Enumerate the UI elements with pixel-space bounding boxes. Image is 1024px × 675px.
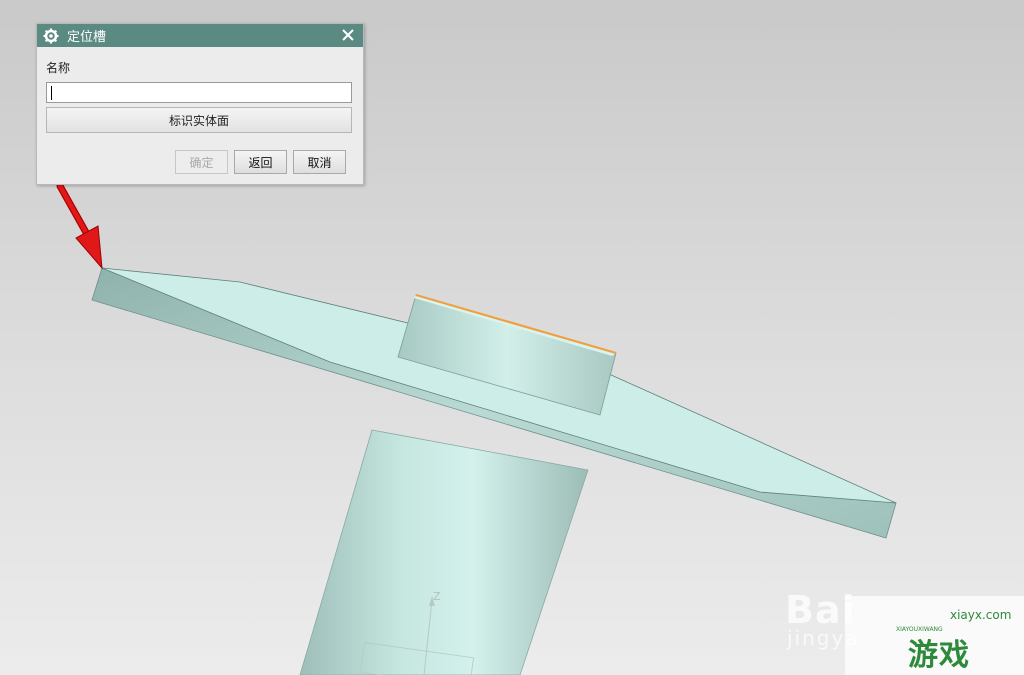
text-caret [51,86,52,100]
cancel-button[interactable]: 取消 [293,150,346,174]
shaft-cylinder[interactable] [299,429,589,675]
dialog-title-bar[interactable]: 定位槽 [37,24,363,47]
name-input[interactable] [46,82,352,103]
axis-z-label: Z [433,590,441,603]
dialog-title: 定位槽 [67,30,107,45]
close-icon[interactable] [341,28,355,42]
site-domain-watermark: xiayx.com [950,608,1012,622]
select-solid-face-button[interactable]: 标识实体面 [46,107,352,133]
gear-icon [43,28,59,43]
ok-button[interactable]: 确定 [175,150,228,174]
name-label: 名称 [46,61,71,75]
back-button[interactable]: 返回 [234,150,287,174]
locate-slot-dialog: 定位槽 名称 标识实体面 确定 返回 取消 [36,23,364,185]
red-arrow-indicator [56,182,103,270]
site-name-watermark: 游戏 [908,638,970,673]
